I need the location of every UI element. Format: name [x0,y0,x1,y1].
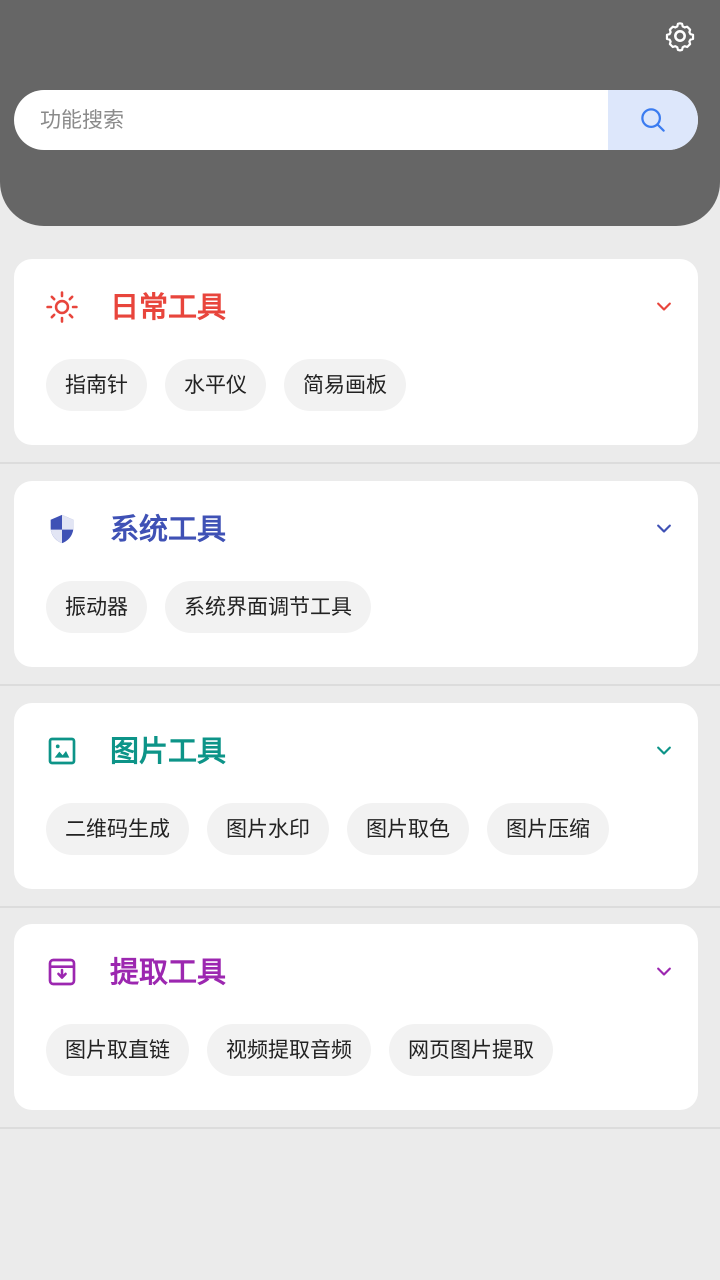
divider [0,906,720,908]
section-toggle[interactable] [650,515,678,543]
section-toggle[interactable] [650,737,678,765]
search-icon [641,108,665,132]
section-title: 提取工具 [110,955,227,989]
header [0,0,720,226]
section-title: 日常工具 [110,290,227,324]
sun-icon [46,291,78,323]
section-icon [44,954,80,990]
section-card-daily: 日常工具 指南针 水平仪 简易画板 [14,259,698,445]
section-icon [44,733,80,769]
tool-chip-vibrator[interactable]: 振动器 [46,581,147,633]
tool-chip-system-ui-tuner[interactable]: 系统界面调节工具 [165,581,371,633]
image-icon [48,737,76,765]
gear-icon [665,22,695,52]
chevron-down-icon [657,746,671,755]
tool-chip-video-audio[interactable]: 视频提取音频 [207,1024,371,1076]
chevron-down-icon [657,524,671,533]
tool-chip-level[interactable]: 水平仪 [165,359,266,411]
tool-chip-web-images[interactable]: 网页图片提取 [389,1024,553,1076]
tool-list: 指南针 水平仪 简易画板 [46,359,406,411]
section-title: 图片工具 [110,734,227,768]
tool-list: 图片取直链 视频提取音频 网页图片提取 [46,1024,553,1076]
section-toggle[interactable] [650,293,678,321]
tool-chip-compass[interactable]: 指南针 [46,359,147,411]
tool-list: 二维码生成 图片水印 图片取色 图片压缩 [46,803,609,855]
chevron-down-icon [657,302,671,311]
chevron-down-icon [657,967,671,976]
section-icon [44,289,80,325]
divider [0,1127,720,1129]
search-button[interactable] [608,90,698,150]
tool-chip-drawing-board[interactable]: 简易画板 [284,359,406,411]
tool-chip-image-link[interactable]: 图片取直链 [46,1024,189,1076]
settings-button[interactable] [660,16,700,56]
tool-chip-compress[interactable]: 图片压缩 [487,803,609,855]
section-icon [44,511,80,547]
section-toggle[interactable] [650,958,678,986]
shield-icon [50,514,74,544]
divider [0,462,720,464]
search-input[interactable] [14,90,608,150]
tool-chip-watermark[interactable]: 图片水印 [207,803,329,855]
tool-chip-color-picker[interactable]: 图片取色 [347,803,469,855]
divider [0,684,720,686]
section-card-extract: 提取工具 图片取直链 视频提取音频 网页图片提取 [14,924,698,1110]
section-card-image: 图片工具 二维码生成 图片水印 图片取色 图片压缩 [14,703,698,889]
search-bar [14,90,698,150]
archive-icon [48,958,76,986]
tool-list: 振动器 系统界面调节工具 [46,581,371,633]
section-title: 系统工具 [110,512,227,546]
tool-chip-qrcode[interactable]: 二维码生成 [46,803,189,855]
section-card-system: 系统工具 振动器 系统界面调节工具 [14,481,698,667]
